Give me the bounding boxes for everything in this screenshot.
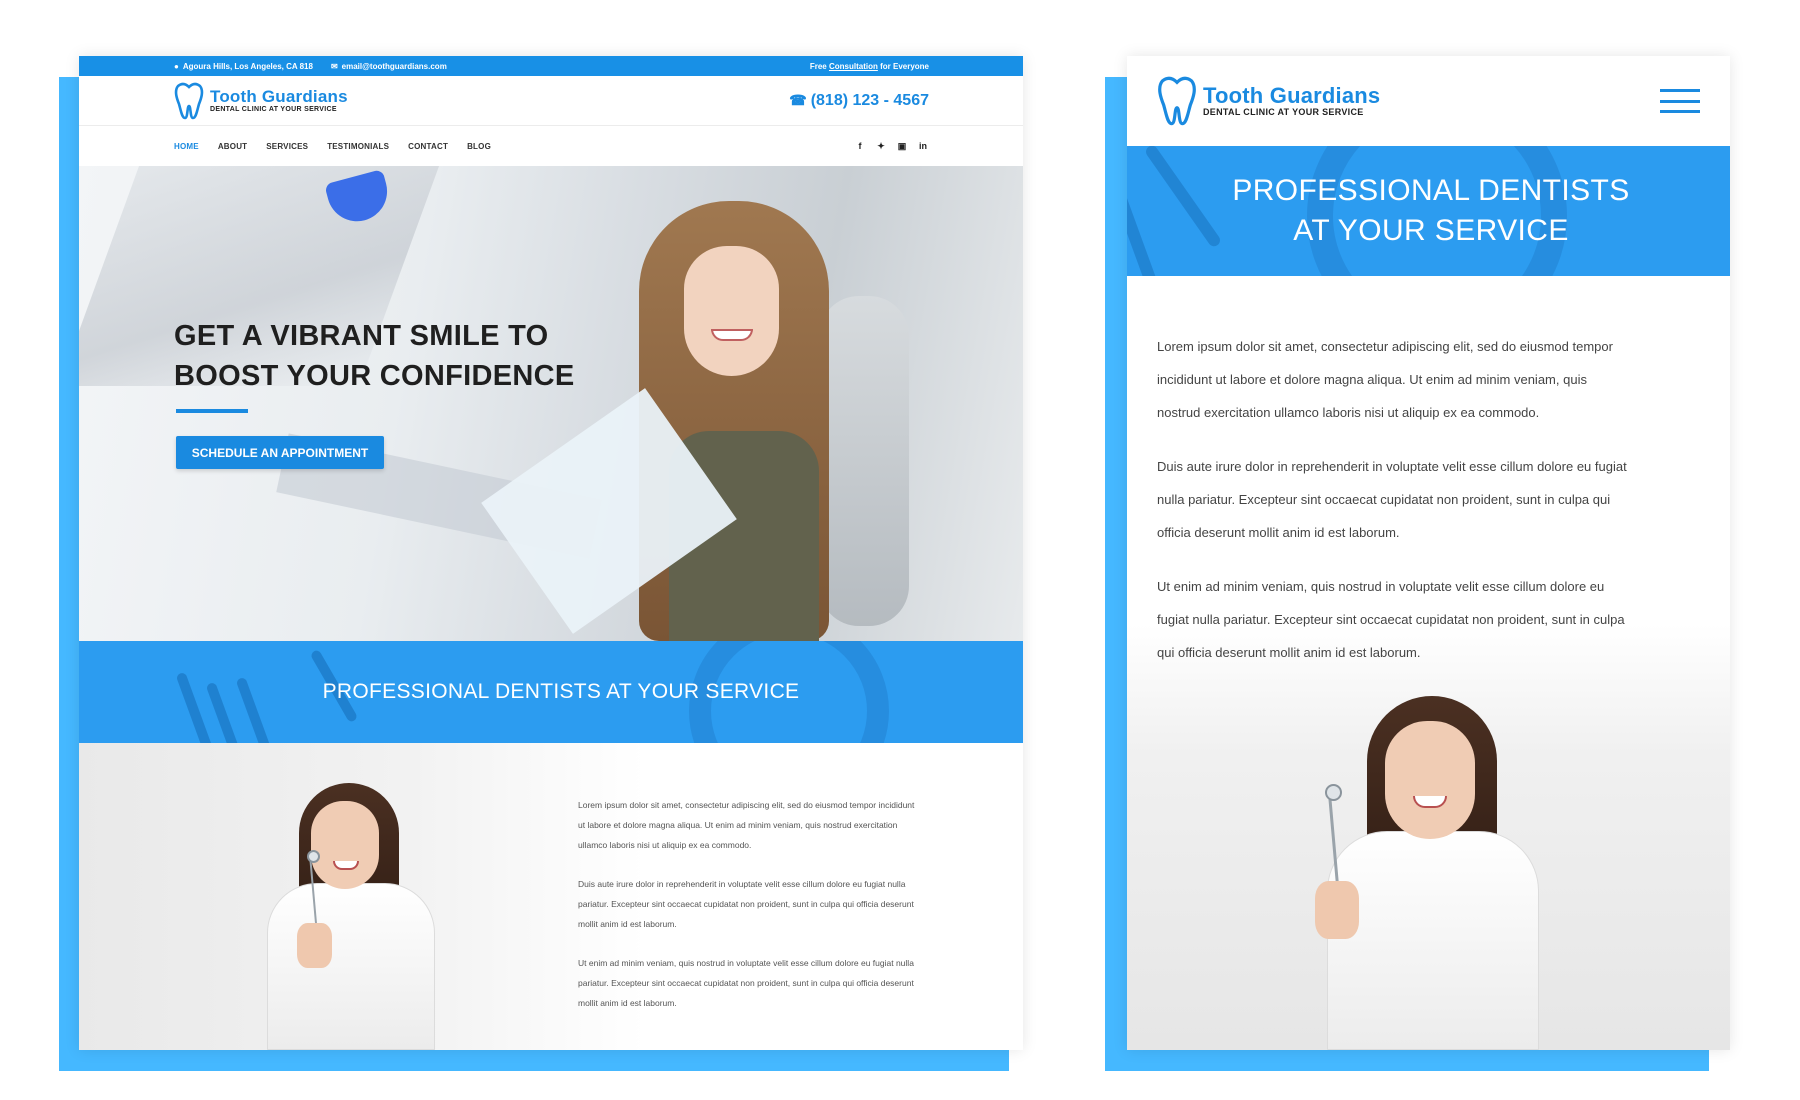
brand-tagline: DENTAL CLINIC AT YOUR SERVICE [210, 106, 337, 113]
brand-name: Tooth Guardians [1203, 83, 1381, 108]
phone-number[interactable]: (818) 123 - 4567 [811, 92, 929, 110]
site-header: Tooth Guardians DENTAL CLINIC AT YOUR SE… [79, 76, 1023, 126]
mobile-about-paragraph: Lorem ipsum dolor sit amet, consectetur … [1157, 339, 1613, 420]
about-paragraph: Duis aute irure dolor in reprehenderit i… [578, 879, 914, 929]
consultation-notice: Free Consultation for Everyone [810, 62, 929, 71]
social-links: f ✦ ▣ in [845, 140, 929, 152]
tooth-logo-icon [1158, 76, 1196, 126]
hero-patient-image [639, 201, 839, 641]
mobile-band-title: PROFESSIONAL DENTISTS AT YOUR SERVICE [1232, 171, 1629, 251]
linkedin-icon[interactable]: in [917, 140, 929, 152]
location-text: Agoura Hills, Los Angeles, CA 818 [182, 61, 313, 71]
map-pin-icon: ● [174, 61, 179, 71]
mobile-site-logo[interactable]: Tooth Guardians DENTAL CLINIC AT YOUR SE… [1157, 75, 1380, 127]
nav-contact[interactable]: CONTACT [408, 142, 448, 151]
envelope-icon: ✉ [330, 61, 338, 71]
mobile-dentist-image [1307, 696, 1557, 1050]
dental-tool-graphic [1127, 187, 1165, 276]
mobile-band-title-line-2: AT YOUR SERVICE [1293, 214, 1569, 247]
about-paragraph: Lorem ipsum dolor sit amet, consectetur … [578, 800, 915, 850]
phone-icon: ☎ [789, 92, 807, 108]
nav-blog[interactable]: BLOG [467, 142, 491, 151]
mobile-mockup: Tooth Guardians DENTAL CLINIC AT YOUR SE… [1127, 56, 1730, 1050]
desktop-mockup: ● Agoura Hills, Los Angeles, CA 818 ✉ em… [79, 56, 1023, 1050]
facebook-icon[interactable]: f [854, 140, 866, 152]
consultation-suffix: for Everyone [880, 61, 929, 71]
nav-about[interactable]: ABOUT [218, 142, 247, 151]
band-title: PROFESSIONAL DENTISTS AT YOUR SERVICE [322, 680, 800, 703]
dental-tool-graphic [1143, 146, 1223, 249]
consultation-link[interactable]: Consultation [829, 62, 878, 71]
mobile-about-text: Lorem ipsum dolor sit amet, consectetur … [1127, 276, 1657, 669]
main-nav: HOME ABOUT SERVICES TESTIMONIALS CONTACT… [79, 126, 1023, 166]
about-text: Lorem ipsum dolor sit amet, consectetur … [578, 795, 918, 1032]
hero-title-line-1: GET A VIBRANT SMILE TO [174, 320, 549, 352]
header-phone[interactable]: ☎ (818) 123 - 4567 [789, 92, 929, 110]
mobile-about-paragraph: Ut enim ad minim veniam, quis nostrud in… [1157, 579, 1625, 660]
nav-services[interactable]: SERVICES [266, 142, 308, 151]
tooth-logo-icon [174, 82, 204, 119]
hamburger-menu-icon[interactable] [1660, 89, 1700, 113]
hero-title: GET A VIBRANT SMILE TO BOOST YOUR CONFID… [174, 316, 575, 396]
twitter-icon[interactable]: ✦ [875, 140, 887, 152]
schedule-appointment-button[interactable]: SCHEDULE AN APPOINTMENT [176, 436, 384, 469]
professional-band: PROFESSIONAL DENTISTS AT YOUR SERVICE [79, 641, 1023, 743]
email-info[interactable]: ✉ email@toothguardians.com [331, 62, 447, 71]
about-paragraph: Ut enim ad minim veniam, quis nostrud in… [578, 958, 914, 1008]
nav-home[interactable]: HOME [174, 142, 199, 151]
mockup-stage: ● Agoura Hills, Los Angeles, CA 818 ✉ em… [0, 0, 1800, 1100]
hero-section: GET A VIBRANT SMILE TO BOOST YOUR CONFID… [79, 166, 1023, 641]
email-text[interactable]: email@toothguardians.com [342, 62, 447, 71]
consultation-prefix: Free [809, 61, 827, 71]
mobile-header: Tooth Guardians DENTAL CLINIC AT YOUR SE… [1127, 56, 1730, 146]
dental-tool-graphic [205, 681, 243, 743]
dentist-image [249, 783, 449, 1050]
brand-name: Tooth Guardians [210, 87, 348, 106]
instagram-icon[interactable]: ▣ [896, 140, 908, 152]
site-logo[interactable]: Tooth Guardians DENTAL CLINIC AT YOUR SE… [174, 82, 348, 120]
hero-accent-bar [176, 409, 248, 413]
mobile-about-section: Lorem ipsum dolor sit amet, consectetur … [1127, 276, 1730, 1050]
top-info-bar: ● Agoura Hills, Los Angeles, CA 818 ✉ em… [79, 56, 1023, 76]
mobile-professional-band: PROFESSIONAL DENTISTS AT YOUR SERVICE [1127, 146, 1730, 276]
mobile-about-paragraph: Duis aute irure dolor in reprehenderit i… [1157, 459, 1627, 540]
mobile-band-title-line-1: PROFESSIONAL DENTISTS [1232, 174, 1630, 207]
brand-tagline: DENTAL CLINIC AT YOUR SERVICE [1203, 107, 1364, 117]
nav-testimonials[interactable]: TESTIMONIALS [327, 142, 389, 151]
dental-tool-graphic [235, 676, 273, 743]
hero-title-line-2: BOOST YOUR CONFIDENCE [174, 360, 575, 392]
dental-tool-graphic [175, 671, 213, 743]
location-info: ● Agoura Hills, Los Angeles, CA 818 [174, 62, 313, 71]
about-section: Lorem ipsum dolor sit amet, consectetur … [79, 743, 1023, 1050]
